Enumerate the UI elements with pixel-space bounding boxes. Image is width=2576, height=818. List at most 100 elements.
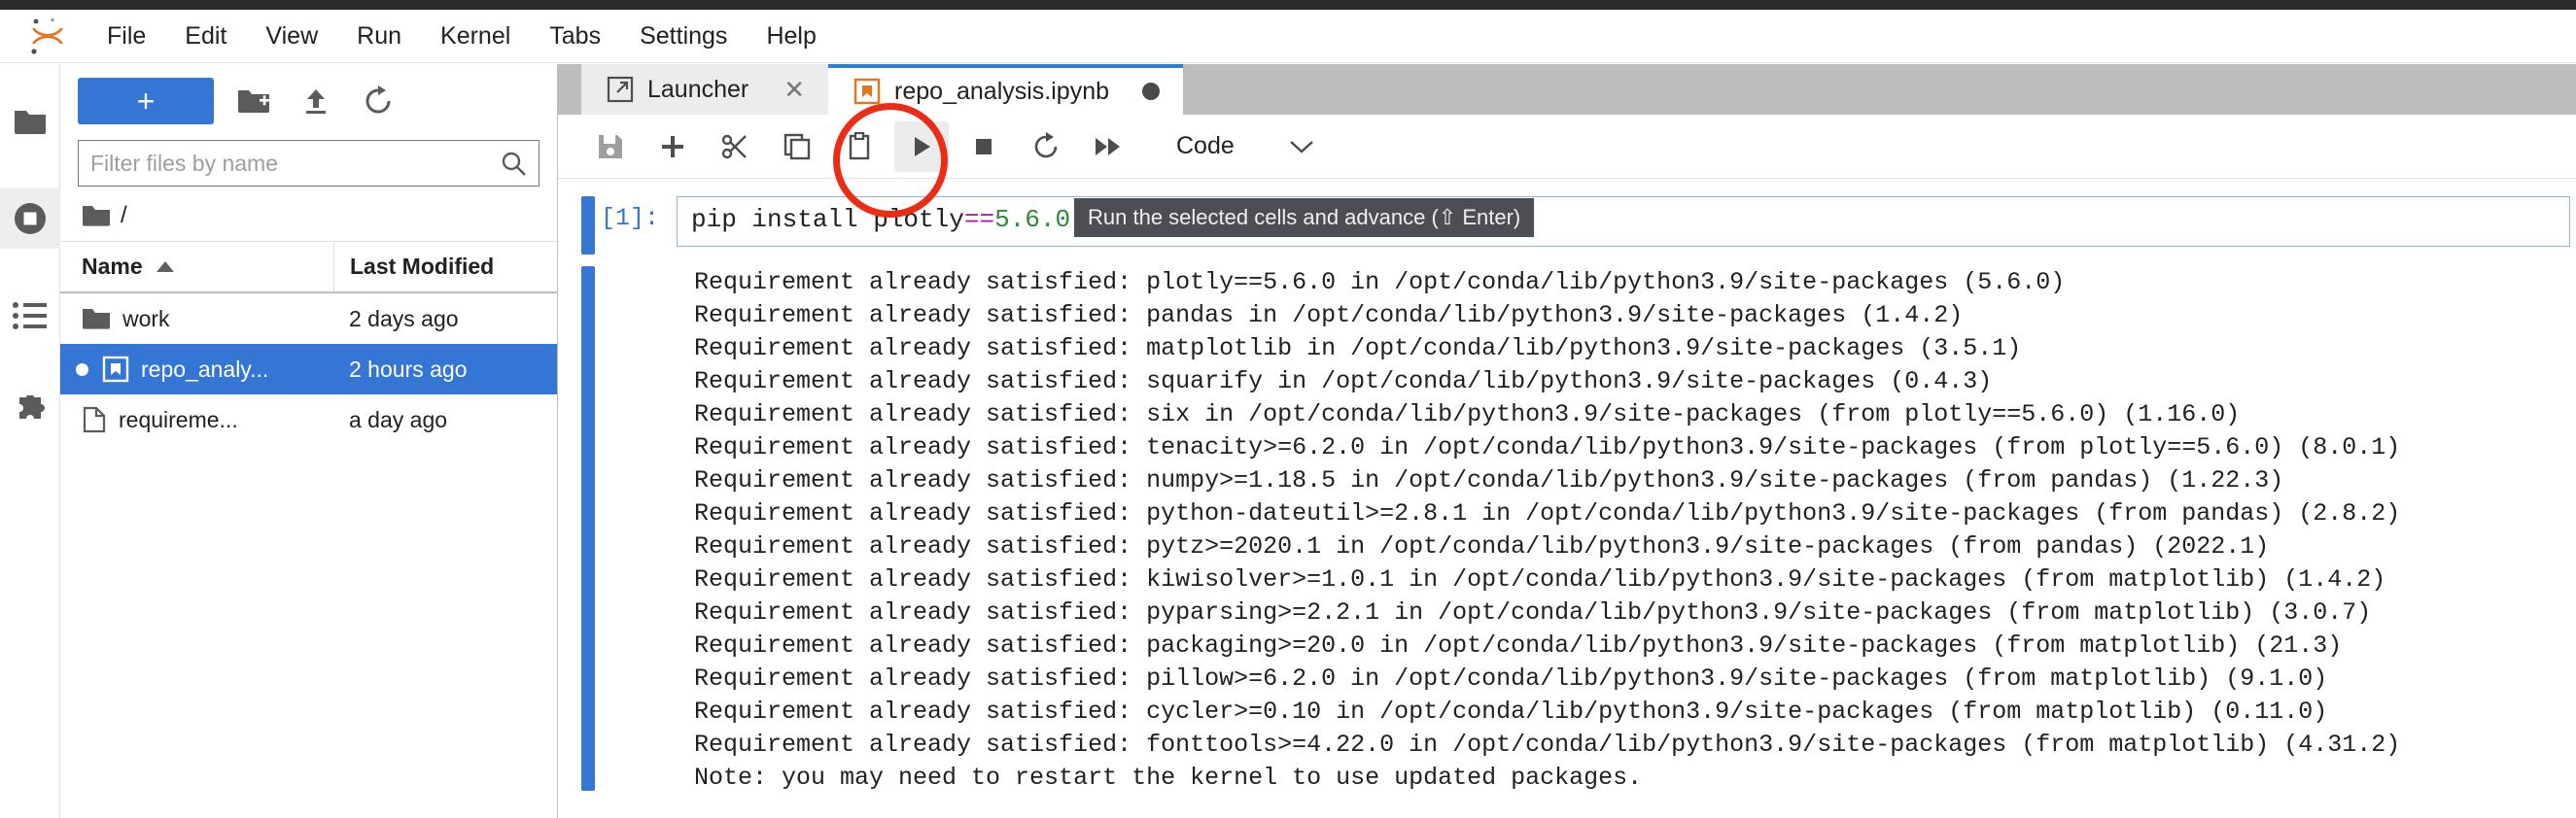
- refresh-button[interactable]: [356, 79, 400, 123]
- upload-icon: [306, 89, 326, 114]
- cell-execution-prompt: [1]:: [600, 204, 659, 232]
- file-icon: [83, 406, 106, 433]
- restart-kernel-button[interactable]: [1019, 121, 1073, 172]
- notebook-icon: [102, 356, 129, 383]
- tab-repo-analysis-label: repo_analysis.ipynb: [894, 77, 1110, 105]
- new-folder-icon: [238, 90, 269, 113]
- file-name-label: repo_analy...: [141, 356, 269, 382]
- file-name-label: requireme...: [119, 406, 238, 432]
- running-terminals-icon: [14, 203, 46, 234]
- jupyterlab-window: File Edit View Run Kernel Tabs Settings …: [0, 0, 2576, 818]
- file-name-cell: requireme...: [60, 406, 333, 433]
- chevron-down-icon: [1289, 140, 1313, 153]
- pip-install-output-text: Requirement already satisfied: plotly==5…: [694, 268, 2401, 792]
- copy-icon: [783, 133, 811, 159]
- scissors-icon: [721, 134, 747, 158]
- menu-help[interactable]: Help: [747, 17, 835, 56]
- tab-repo-analysis[interactable]: repo_analysis.ipynb: [828, 64, 1184, 115]
- file-name-cell: repo_analy...: [60, 356, 333, 383]
- menu-kernel[interactable]: Kernel: [421, 17, 530, 56]
- play-icon: [915, 136, 930, 156]
- menu-tabs[interactable]: Tabs: [530, 17, 620, 56]
- run-button-tooltip: Run the selected cells and advance (⇧ En…: [1074, 198, 1535, 237]
- menu-settings[interactable]: Settings: [620, 17, 747, 56]
- file-browser-panel: + Filter files by name / Name Last Modif…: [60, 64, 558, 818]
- upload-button[interactable]: [294, 79, 338, 123]
- tab-bar: Launcher ✕ repo_analysis.ipynb: [558, 64, 2576, 115]
- search-icon: [502, 152, 526, 176]
- breadcrumb[interactable]: /: [60, 187, 557, 241]
- new-folder-button[interactable]: [231, 79, 276, 123]
- interrupt-button[interactable]: [957, 121, 1011, 172]
- folder-icon: [14, 111, 46, 134]
- menu-file[interactable]: File: [87, 17, 165, 56]
- sidebar-item-running-terminals[interactable]: [0, 188, 60, 249]
- notebook-output-cell: Requirement already satisfied: plotly==5…: [558, 266, 2576, 795]
- column-header-name[interactable]: Name: [60, 254, 333, 280]
- cut-button[interactable]: [708, 121, 762, 172]
- cell-type-value: Code: [1176, 132, 1235, 159]
- stop-icon: [976, 138, 992, 154]
- jupyter-logo-icon: [17, 15, 78, 57]
- notebook-toolbar: Code: [558, 115, 2576, 179]
- restart-and-run-all-button[interactable]: [1081, 121, 1135, 172]
- window-title-strip: [0, 0, 2576, 10]
- menu-edit[interactable]: Edit: [165, 17, 246, 56]
- menu-run[interactable]: Run: [337, 17, 421, 56]
- folder-icon: [83, 206, 110, 226]
- refresh-icon: [366, 85, 391, 114]
- paste-icon: [849, 131, 870, 159]
- new-launcher-button[interactable]: +: [78, 78, 214, 124]
- copy-button[interactable]: [770, 121, 824, 172]
- cell-type-dropdown[interactable]: Code: [1176, 132, 1314, 160]
- table-of-contents-icon: [12, 302, 47, 329]
- output-prompt-spacer: [595, 266, 677, 274]
- puzzle-piece-icon: [18, 395, 45, 419]
- cell-code-editor[interactable]: pip install plotly==5.6.0 pandas matplot…: [677, 196, 2570, 247]
- save-button[interactable]: [583, 121, 638, 172]
- sidebar-item-extension-manager[interactable]: [0, 383, 60, 443]
- sidebar-item-table-of-contents[interactable]: [0, 286, 60, 346]
- menu-view[interactable]: View: [246, 17, 337, 56]
- code-text-prefix: pip install plotly: [691, 205, 964, 234]
- column-header-last-modified[interactable]: Last Modified: [333, 242, 557, 291]
- column-header-last-modified-label: Last Modified: [350, 254, 495, 279]
- file-modified-label: a day ago: [349, 406, 448, 432]
- filter-files-input[interactable]: [90, 150, 500, 177]
- unsaved-indicator-icon[interactable]: [1142, 83, 1161, 100]
- run-button[interactable]: [894, 120, 949, 172]
- cell-output-area: Requirement already satisfied: plotly==5…: [677, 266, 2576, 795]
- launcher-icon: [607, 76, 634, 103]
- file-modified-label: 2 days ago: [349, 305, 459, 331]
- close-icon[interactable]: ✕: [783, 75, 805, 105]
- save-icon: [599, 134, 622, 158]
- column-header-name-label: Name: [82, 254, 143, 279]
- sort-ascending-icon: [156, 261, 174, 272]
- menu-items: File Edit View Run Kernel Tabs Settings …: [87, 17, 836, 56]
- unsaved-indicator-dot: [76, 362, 88, 376]
- file-name-cell: work: [60, 306, 333, 332]
- active-cell-indicator: [581, 196, 595, 255]
- filter-files-box[interactable]: [78, 140, 540, 187]
- folder-icon: [83, 309, 110, 329]
- file-browser-toolbar: +: [60, 64, 557, 134]
- notebook-input-cell[interactable]: [1]: pip install plotly==5.6.0 pandas ma…: [558, 196, 2576, 255]
- insert-cell-button[interactable]: [645, 121, 700, 172]
- output-cell-indicator: [581, 266, 595, 791]
- file-name-label: work: [122, 305, 170, 331]
- file-list-item-requirements[interactable]: requireme... a day ago: [60, 394, 557, 445]
- code-text-version: 5.6.0: [994, 205, 1071, 234]
- tab-launcher[interactable]: Launcher ✕: [581, 64, 829, 115]
- plus-icon: +: [136, 84, 156, 119]
- breadcrumb-root[interactable]: /: [121, 202, 127, 229]
- notebook-body: [1]: pip install plotly==5.6.0 pandas ma…: [558, 179, 2576, 818]
- file-list-item-repo-analysis[interactable]: repo_analy... 2 hours ago: [60, 344, 557, 394]
- sidebar-item-file-browser[interactable]: [0, 91, 60, 152]
- left-sidebar-rail: [0, 64, 60, 818]
- notebook-icon: [853, 78, 881, 105]
- file-modified-label: 2 hours ago: [349, 356, 468, 382]
- file-list-item-work[interactable]: work 2 days ago: [60, 293, 557, 344]
- paste-button[interactable]: [832, 121, 887, 172]
- restart-icon: [1034, 131, 1058, 157]
- tab-launcher-label: Launcher: [647, 75, 749, 103]
